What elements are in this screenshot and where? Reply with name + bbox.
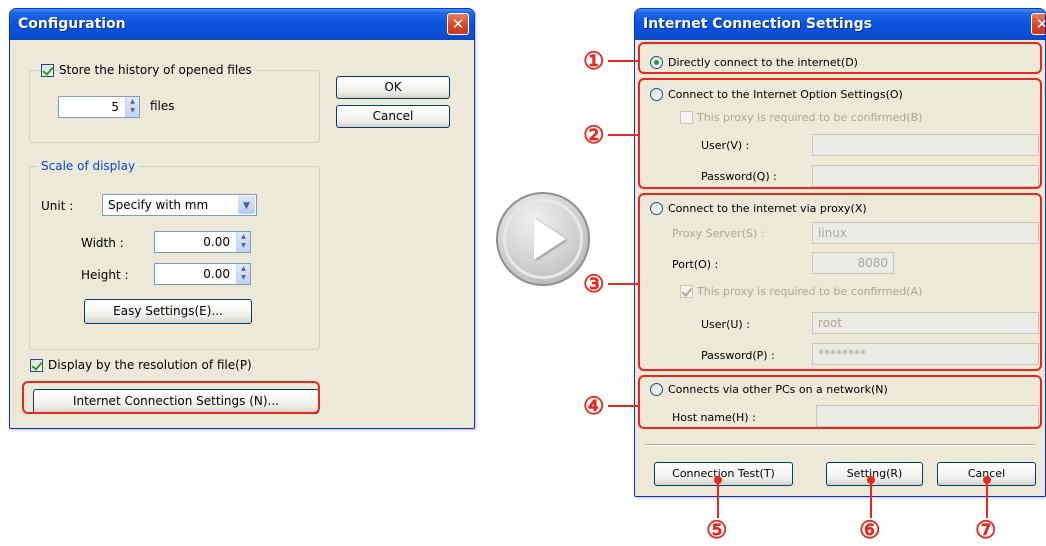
internet-title-bar[interactable]: Internet Connection Settings [635, 9, 1045, 40]
marker-7-line [986, 482, 988, 518]
section-2-highlight [638, 78, 1042, 189]
easy-settings-button[interactable]: Easy Settings(E)... [84, 299, 252, 324]
setting-button[interactable]: Setting(R) [826, 462, 923, 486]
configuration-dialog: Configuration ✕ Store the history of ope… [9, 8, 475, 429]
ok-button[interactable]: OK [336, 76, 450, 99]
marker-6: ⑥ [859, 515, 881, 544]
files-label: files [150, 99, 175, 113]
store-history-checkbox[interactable] [41, 64, 54, 77]
scale-legend: Scale of display [38, 159, 139, 173]
internet-title: Internet Connection Settings [643, 16, 872, 32]
display-resolution-label: Display by the resolution of file(P) [48, 358, 252, 372]
width-label: Width : [81, 236, 124, 250]
marker-5-line [717, 482, 719, 518]
connection-test-button[interactable]: Connection Test(T) [654, 462, 793, 486]
history-count-value: 5 [111, 100, 119, 114]
store-history-label: Store the history of opened files [59, 63, 255, 77]
configuration-title-bar[interactable]: Configuration [10, 9, 474, 40]
close-icon[interactable]: ✕ [1031, 13, 1045, 35]
internet-settings-highlight [22, 381, 320, 414]
marker-2-line [608, 134, 639, 136]
section-4-highlight [638, 375, 1042, 429]
marker-1: ① [583, 46, 605, 75]
marker-3-line [608, 283, 639, 285]
height-label: Height : [81, 268, 129, 282]
unit-label: Unit : [41, 199, 74, 213]
configuration-content: Store the history of opened files 5 ▲ ▼ f… [14, 40, 470, 424]
marker-5: ⑤ [706, 515, 728, 544]
marker-2: ② [583, 120, 605, 149]
display-resolution-checkbox[interactable] [30, 359, 43, 372]
marker-7: ⑦ [975, 515, 997, 544]
section-3-highlight [638, 193, 1042, 371]
play-icon [496, 192, 590, 286]
marker-1-line [608, 60, 639, 62]
marker-6-line [870, 482, 872, 518]
dropdown-arrow-icon[interactable]: ▼ [238, 196, 255, 214]
marker-3: ③ [583, 269, 605, 298]
unit-select[interactable]: Specify with mm ▼ [102, 194, 257, 216]
spin-icon[interactable]: ▲ ▼ [236, 264, 250, 284]
marker-4-line [608, 405, 639, 407]
close-icon[interactable]: ✕ [447, 13, 469, 35]
width-value: 0.00 [203, 235, 230, 249]
section-1-highlight [638, 42, 1042, 74]
footer-divider [645, 444, 1035, 446]
cancel-button[interactable]: Cancel [336, 105, 450, 128]
configuration-title: Configuration [18, 16, 126, 32]
spin-icon[interactable]: ▲ ▼ [125, 97, 139, 117]
play-triangle [534, 218, 566, 260]
marker-4: ④ [583, 391, 605, 420]
spin-icon[interactable]: ▲ ▼ [236, 232, 250, 252]
height-value: 0.00 [203, 267, 230, 281]
unit-value: Specify with mm [108, 198, 209, 212]
